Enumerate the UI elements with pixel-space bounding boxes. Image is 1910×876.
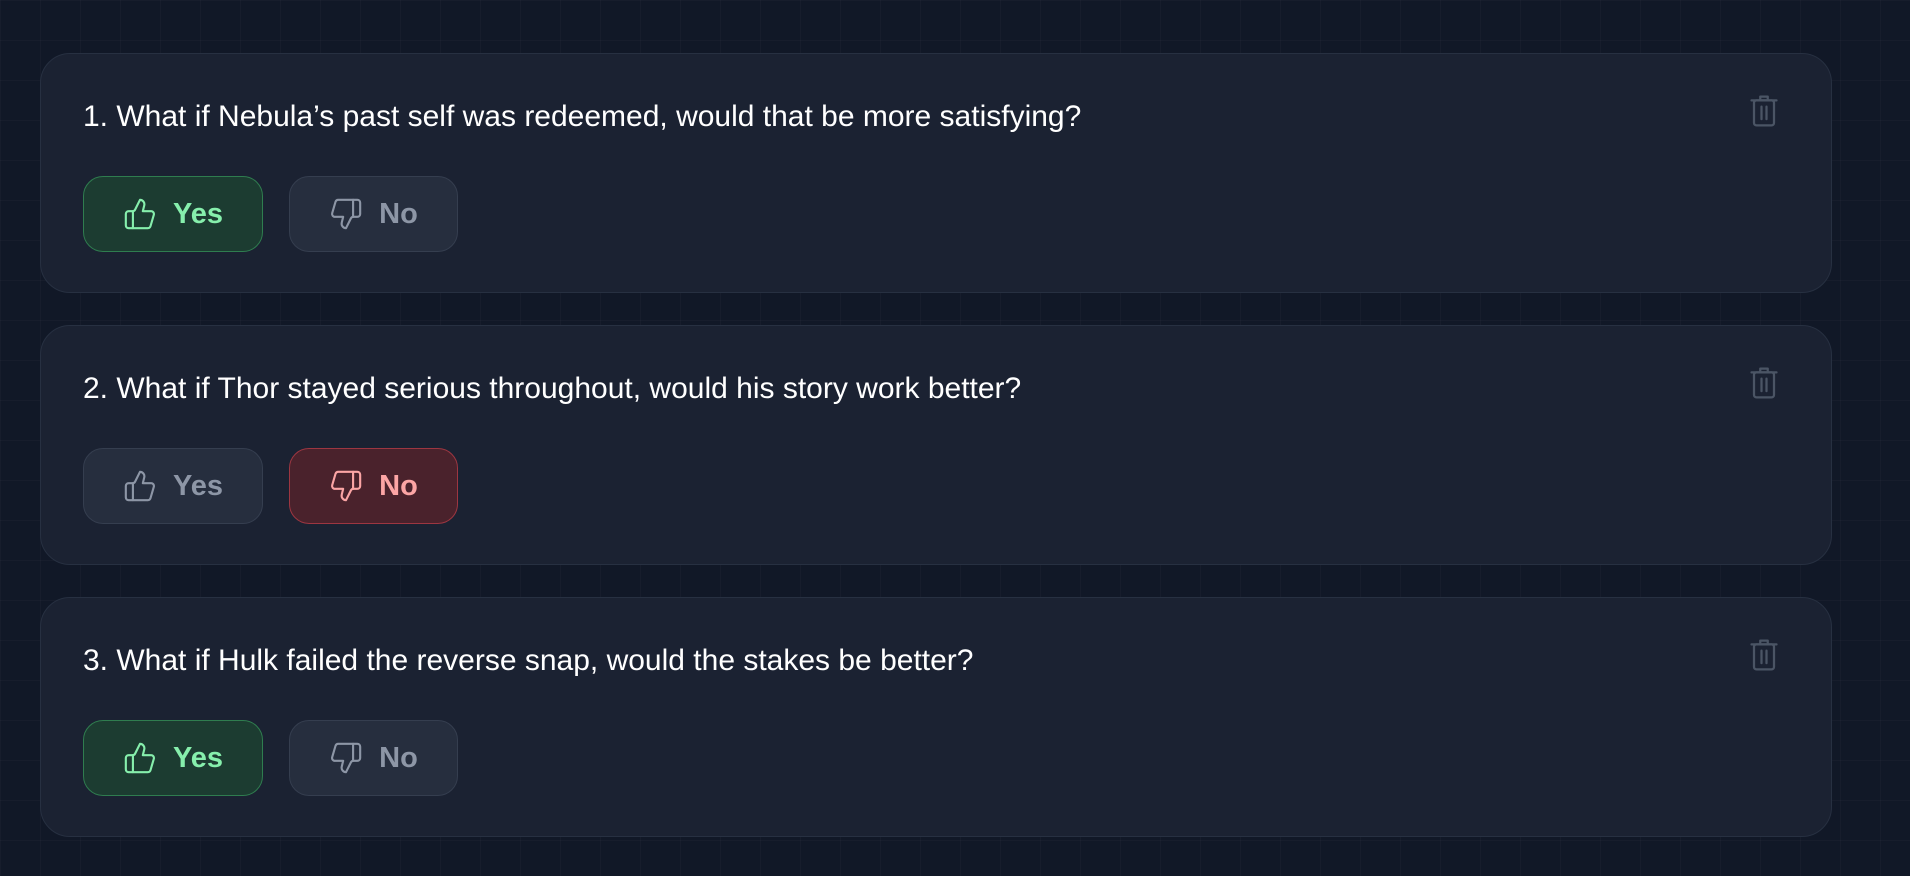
thumbs-up-icon xyxy=(123,469,157,503)
vote-buttons: Yes No xyxy=(83,176,458,252)
yes-label: Yes xyxy=(173,469,223,502)
thumbs-up-icon xyxy=(123,197,157,231)
no-button[interactable]: No xyxy=(289,720,458,796)
no-label: No xyxy=(379,469,418,502)
question-text: 3. What if Hulk failed the reverse snap,… xyxy=(83,644,974,677)
vote-buttons: Yes No xyxy=(83,720,458,796)
yes-button[interactable]: Yes xyxy=(83,720,263,796)
no-button[interactable]: No xyxy=(289,176,458,252)
yes-label: Yes xyxy=(173,197,223,230)
thumbs-down-icon xyxy=(329,197,363,231)
question-card: 1. What if Nebula’s past self was redeem… xyxy=(40,53,1832,293)
question-text: 1. What if Nebula’s past self was redeem… xyxy=(83,100,1082,133)
no-label: No xyxy=(379,741,418,774)
trash-icon[interactable] xyxy=(1749,366,1779,400)
no-label: No xyxy=(379,197,418,230)
question-card: 2. What if Thor stayed serious throughou… xyxy=(40,325,1832,565)
question-text: 2. What if Thor stayed serious throughou… xyxy=(83,372,1022,405)
question-list: 1. What if Nebula’s past self was redeem… xyxy=(40,53,1832,869)
yes-button[interactable]: Yes xyxy=(83,176,263,252)
yes-button[interactable]: Yes xyxy=(83,448,263,524)
thumbs-down-icon xyxy=(329,741,363,775)
vote-buttons: Yes No xyxy=(83,448,458,524)
question-card: 3. What if Hulk failed the reverse snap,… xyxy=(40,597,1832,837)
no-button[interactable]: No xyxy=(289,448,458,524)
thumbs-down-icon xyxy=(329,469,363,503)
thumbs-up-icon xyxy=(123,741,157,775)
trash-icon[interactable] xyxy=(1749,94,1779,128)
trash-icon[interactable] xyxy=(1749,638,1779,672)
yes-label: Yes xyxy=(173,741,223,774)
